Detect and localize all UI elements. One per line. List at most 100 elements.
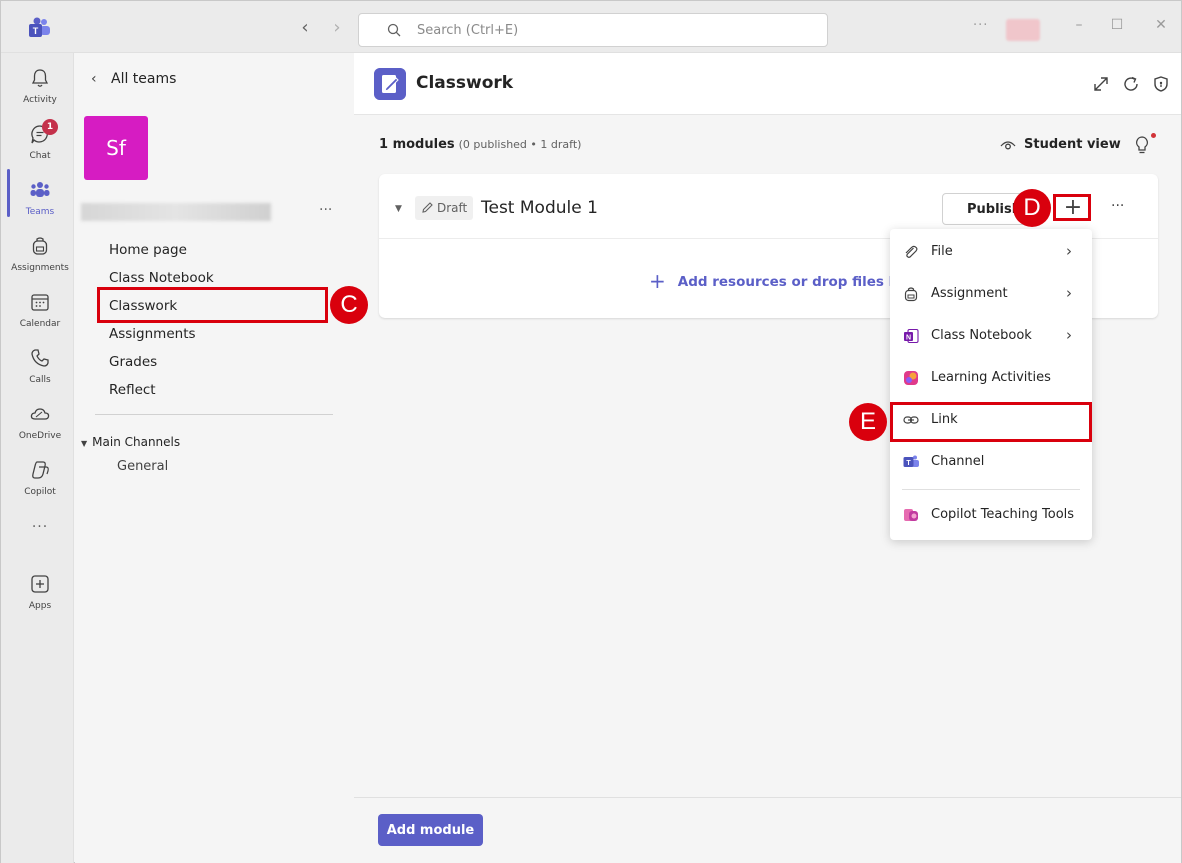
phone-icon xyxy=(31,349,49,367)
menu-item-learning-activities[interactable]: Learning Activities xyxy=(890,358,1092,398)
team-more-icon[interactable]: ··· xyxy=(319,202,332,218)
refresh-icon[interactable] xyxy=(1122,75,1140,93)
close-icon[interactable]: ✕ xyxy=(1153,17,1169,33)
minimize-icon[interactable]: – xyxy=(1071,17,1087,33)
rail-item-calendar[interactable]: Calendar xyxy=(1,287,74,337)
page-title: Classwork xyxy=(416,73,514,93)
rail-more-icon[interactable]: ··· xyxy=(1,519,79,535)
menu-item-copilot-teaching-tools[interactable]: Copilot Teaching Tools xyxy=(890,495,1092,535)
team-nav-class-notebook[interactable]: Class Notebook xyxy=(109,270,214,286)
search-box[interactable] xyxy=(358,13,828,47)
rail-item-activity[interactable]: Activity xyxy=(1,63,74,113)
chevron-right-icon: › xyxy=(1066,242,1072,260)
module-more-icon[interactable]: ··· xyxy=(1111,198,1124,214)
module-title: Test Module 1 xyxy=(481,198,598,218)
notification-dot xyxy=(1151,133,1156,138)
draft-label: Draft xyxy=(437,201,468,215)
rail-label: Assignments xyxy=(11,263,69,273)
expand-icon[interactable] xyxy=(1092,75,1110,93)
svg-text:N: N xyxy=(906,335,911,342)
menu-item-label: Channel xyxy=(931,454,985,469)
team-pane-divider xyxy=(95,414,333,415)
footer-divider xyxy=(354,797,1181,798)
lightbulb-icon[interactable] xyxy=(1134,135,1150,155)
rail-item-chat[interactable]: 1 Chat xyxy=(1,119,74,169)
svg-text:T: T xyxy=(33,26,39,36)
eye-icon xyxy=(1000,141,1016,150)
rail-item-teams[interactable]: Teams xyxy=(1,175,74,225)
rail-label: Chat xyxy=(29,151,51,161)
rail-item-calls[interactable]: Calls xyxy=(1,343,74,393)
rail-label: Copilot xyxy=(24,487,56,497)
caret-down-icon: ▼ xyxy=(81,439,88,448)
collapse-caret-icon[interactable]: ▼ xyxy=(395,204,402,214)
paperclip-icon xyxy=(905,245,918,258)
annotation-marker-e: E xyxy=(849,403,887,441)
all-teams-link[interactable]: ‹ All teams xyxy=(91,71,176,87)
student-view-label: Student view xyxy=(1024,137,1121,152)
team-nav-grades[interactable]: Grades xyxy=(109,354,157,370)
annotation-marker-d: D xyxy=(1013,189,1051,227)
highlight-classwork xyxy=(97,287,328,323)
teams-logo-icon[interactable]: T xyxy=(27,17,51,39)
menu-item-label: Assignment xyxy=(931,286,1008,301)
rail-item-assignments[interactable]: Assignments xyxy=(1,231,74,281)
menu-separator xyxy=(902,489,1080,490)
channels-header-label: Main Channels xyxy=(92,435,181,449)
all-teams-label: All teams xyxy=(111,71,177,87)
search-icon xyxy=(387,23,401,37)
backpack-icon xyxy=(904,287,918,302)
add-resources-label: Add resources or drop files here xyxy=(677,274,924,290)
menu-item-file[interactable]: File › xyxy=(890,232,1092,272)
menu-item-assignment[interactable]: Assignment › xyxy=(890,274,1092,314)
pencil-icon xyxy=(422,202,433,213)
title-bar: T ‹ › ··· – ☐ ✕ xyxy=(1,1,1181,53)
menu-item-label: Class Notebook xyxy=(931,328,1032,343)
rail-label: Apps xyxy=(28,601,52,611)
rail-label: Calendar xyxy=(19,319,61,329)
bell-icon xyxy=(31,69,49,87)
rail-label: Teams xyxy=(25,207,55,217)
teams-channel-icon: T xyxy=(903,455,919,467)
learning-activities-icon xyxy=(904,371,918,385)
rail-item-onedrive[interactable]: OneDrive xyxy=(1,399,74,449)
team-avatar: Sf xyxy=(84,116,148,180)
app-window: T ‹ › ··· – ☐ ✕ Activity 1 Chat xyxy=(0,0,1182,863)
profile-avatar[interactable] xyxy=(1006,19,1040,41)
highlight-plus-button xyxy=(1053,194,1091,221)
menu-item-label: File xyxy=(931,244,953,259)
student-view-button[interactable]: Student view xyxy=(1000,137,1121,152)
onenote-icon: N xyxy=(904,328,919,344)
add-resources-link[interactable]: + Add resources or drop files here xyxy=(649,269,923,293)
team-nav-home-page[interactable]: Home page xyxy=(109,242,187,258)
rail-item-apps[interactable]: Apps xyxy=(1,569,74,619)
rail-item-copilot[interactable]: Copilot xyxy=(1,455,74,505)
app-rail: Activity 1 Chat Teams Assignments Calend… xyxy=(1,53,74,863)
forward-arrow-icon[interactable]: › xyxy=(329,19,345,37)
chevron-right-icon: › xyxy=(1066,326,1072,344)
menu-item-channel[interactable]: T Channel xyxy=(890,442,1092,482)
add-resource-menu: File › Assignment › N Class Notebook › L… xyxy=(890,229,1092,540)
shield-icon[interactable] xyxy=(1152,75,1170,93)
plus-square-icon xyxy=(31,575,49,593)
settings-more-icon[interactable]: ··· xyxy=(973,18,988,33)
back-arrow-icon[interactable]: ‹ xyxy=(297,19,313,37)
draft-badge: Draft xyxy=(415,196,474,220)
channel-general[interactable]: General xyxy=(117,459,168,474)
rail-label: Activity xyxy=(23,95,57,105)
menu-item-class-notebook[interactable]: N Class Notebook › xyxy=(890,316,1092,356)
plus-icon: + xyxy=(649,269,666,293)
add-module-button[interactable]: Add module xyxy=(378,814,483,846)
rail-label: OneDrive xyxy=(18,431,62,441)
team-nav-reflect[interactable]: Reflect xyxy=(109,382,156,398)
annotation-marker-c: C xyxy=(330,286,368,324)
team-nav-assignments[interactable]: Assignments xyxy=(109,326,196,342)
search-input[interactable] xyxy=(417,20,797,40)
svg-text:T: T xyxy=(906,460,911,467)
maximize-icon[interactable]: ☐ xyxy=(1109,17,1125,33)
highlight-link-item xyxy=(890,402,1092,442)
channels-header[interactable]: ▼ Main Channels xyxy=(81,435,180,449)
chat-badge: 1 xyxy=(42,119,58,135)
modules-summary: 1 modules (0 published • 1 draft) xyxy=(379,137,581,152)
menu-item-label: Copilot Teaching Tools xyxy=(931,507,1075,522)
